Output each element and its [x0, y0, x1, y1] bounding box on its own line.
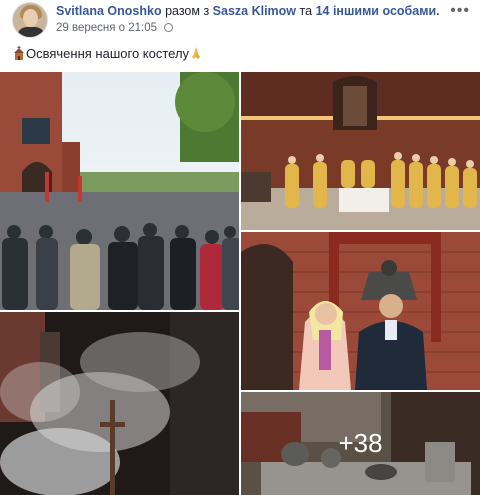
globe-icon — [164, 23, 174, 32]
praying-hands-icon — [189, 46, 203, 63]
post-meta: 29 вересня о 21:05 — [56, 22, 174, 34]
others-link[interactable]: 14 іншими особами. — [316, 4, 440, 18]
church-icon — [12, 46, 26, 63]
altar-mass-photo[interactable] — [241, 72, 480, 230]
post-caption: Освячення нашого костелу — [26, 46, 190, 61]
post-header: Svitlana Onoshko разом з Sasza Klimow та… — [0, 0, 480, 40]
vessels-photo[interactable]: +38 — [241, 392, 480, 495]
post-menu-button[interactable]: ••• — [450, 2, 470, 20]
with-text: разом з — [165, 4, 210, 18]
tagged-person-link[interactable]: Sasza Klimow — [213, 4, 296, 18]
author-name-link[interactable]: Svitlana Onoshko — [56, 4, 162, 18]
and-text: та — [299, 4, 313, 18]
more-photos-count[interactable]: +38 — [241, 392, 480, 495]
author-line: Svitlana Onoshko разом з Sasza Klimow та… — [56, 4, 440, 18]
post-timestamp[interactable]: 29 вересня о 21:05 — [56, 22, 157, 34]
author-avatar[interactable] — [12, 2, 48, 38]
post-text: Освячення нашого костелу — [12, 46, 203, 63]
church-crowd-photo[interactable] — [0, 72, 239, 310]
couple-bell-photo[interactable] — [241, 232, 480, 390]
incense-cross-photo[interactable] — [0, 312, 239, 495]
